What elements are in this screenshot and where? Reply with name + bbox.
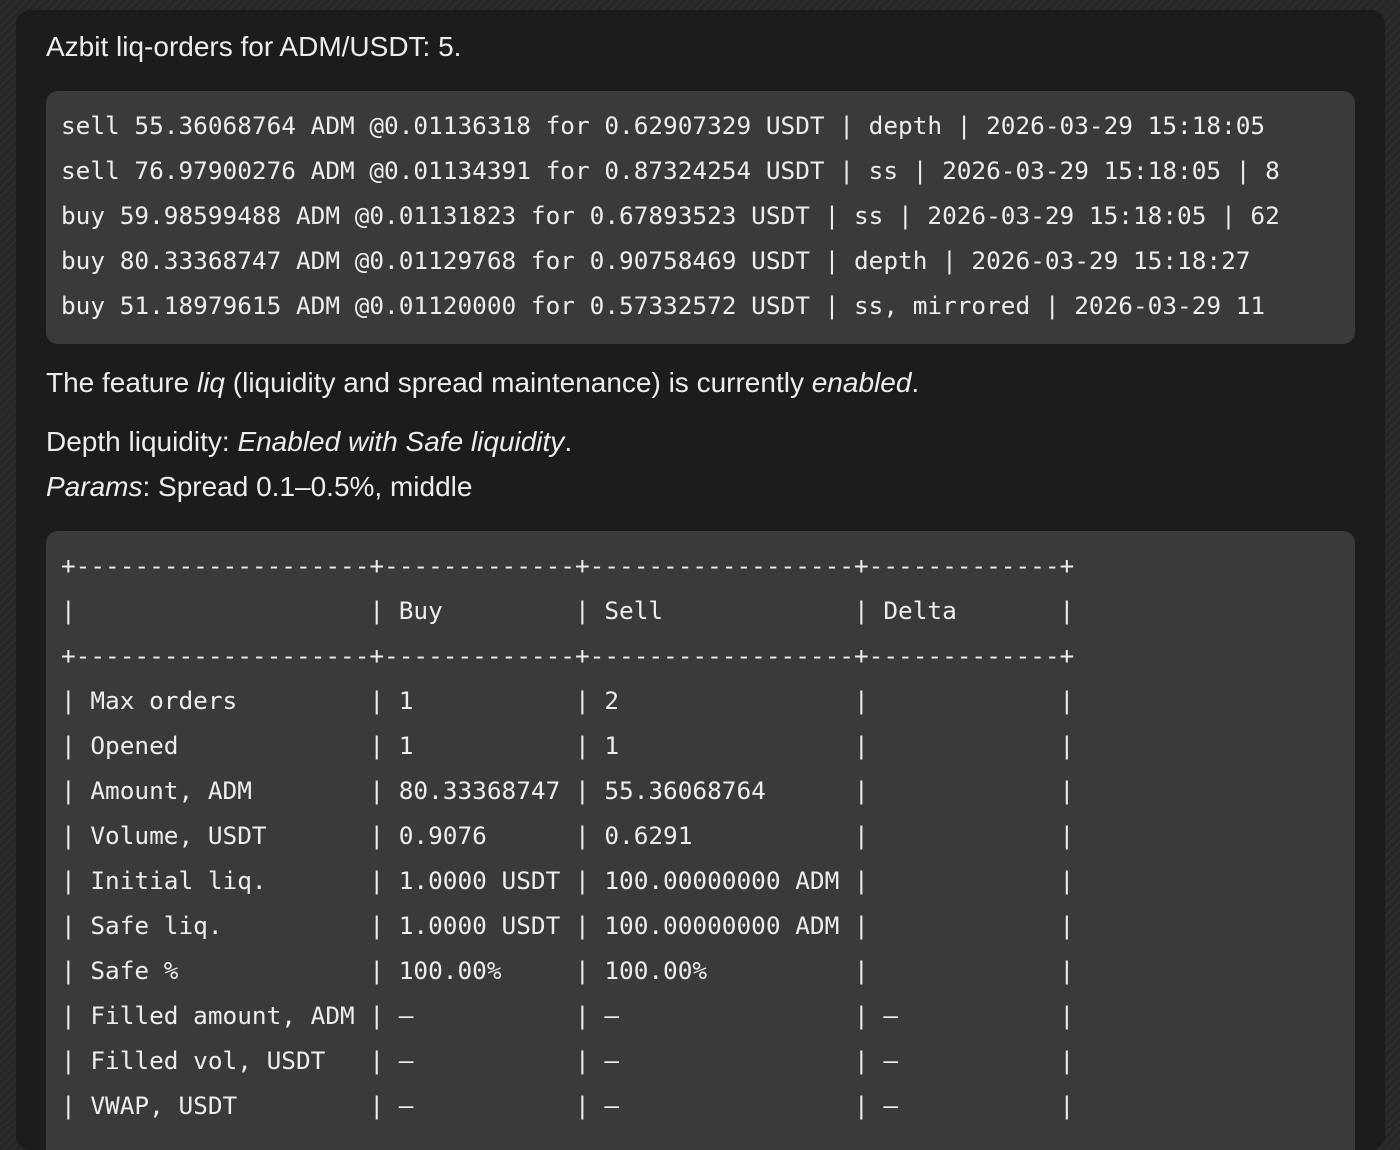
table-border: +--------------------+-------------+----… (61, 551, 1075, 580)
table-row: | Opened | 1 | 1 | | (61, 731, 1075, 760)
stats-table-block: +--------------------+-------------+----… (46, 531, 1355, 1150)
order-line: sell 55.36068764 ADM @0.01136318 for 0.6… (61, 111, 1266, 140)
order-line: buy 51.18979615 ADM @0.01120000 for 0.57… (61, 291, 1266, 320)
feature-name: liq (196, 367, 225, 398)
params-label: Params (46, 471, 143, 502)
message-summary: Azbit liq-orders for ADM/USDT: 5. (46, 31, 462, 62)
order-line: buy 59.98599488 ADM @0.01131823 for 0.67… (61, 201, 1280, 230)
table-row: | Initial liq. | 1.0000 USDT | 100.00000… (61, 866, 1075, 895)
feature-state: enabled (811, 367, 912, 398)
depth-label: Depth liquidity (46, 426, 222, 457)
table-row: | VWAP, USDT | – | – | – | (61, 1091, 1075, 1120)
feature-status-line: The feature liq (liquidity and spread ma… (46, 366, 919, 400)
table-row: | Safe % | 100.00% | 100.00% | | (61, 956, 1075, 985)
depth-value: Enabled with Safe liquidity (237, 426, 565, 457)
table-border: +--------------------+-------------+----… (61, 641, 1075, 670)
table-row: | Max orders | 1 | 2 | | (61, 686, 1075, 715)
params-separator: : (142, 471, 159, 502)
feature-description: (liquidity and spread maintenance) is cu… (225, 367, 812, 398)
params-line: Params: Spread 0.1–0.5%, middle (46, 470, 472, 504)
table-row: | Amount, ADM | 80.33368747 | 55.3606876… (61, 776, 1075, 805)
feature-prefix: The feature (46, 367, 197, 398)
table-row: | Filled amount, ADM | – | – | – | (61, 1001, 1075, 1030)
message-bubble: Azbit liq-orders for ADM/USDT: 5. sell 5… (16, 10, 1385, 1150)
order-line: buy 80.33368747 ADM @0.01129768 for 0.90… (61, 246, 1251, 275)
table-row: | Safe liq. | 1.0000 USDT | 100.00000000… (61, 911, 1075, 940)
orders-code-block: sell 55.36068764 ADM @0.01136318 for 0.6… (46, 91, 1355, 344)
depth-separator: : (221, 426, 238, 457)
order-line: sell 76.97900276 ADM @0.01134391 for 0.8… (61, 156, 1280, 185)
table-row: | Filled vol, USDT | – | – | – | (61, 1046, 1075, 1075)
params-value: Spread 0.1–0.5%, middle (158, 471, 473, 502)
feature-suffix: . (911, 367, 920, 398)
depth-suffix: . (564, 426, 573, 457)
table-header-row: | | Buy | Sell | Delta | (61, 596, 1075, 625)
table-row: | Volume, USDT | 0.9076 | 0.6291 | | (61, 821, 1075, 850)
depth-liquidity-line: Depth liquidity: Enabled with Safe liqui… (46, 425, 572, 459)
